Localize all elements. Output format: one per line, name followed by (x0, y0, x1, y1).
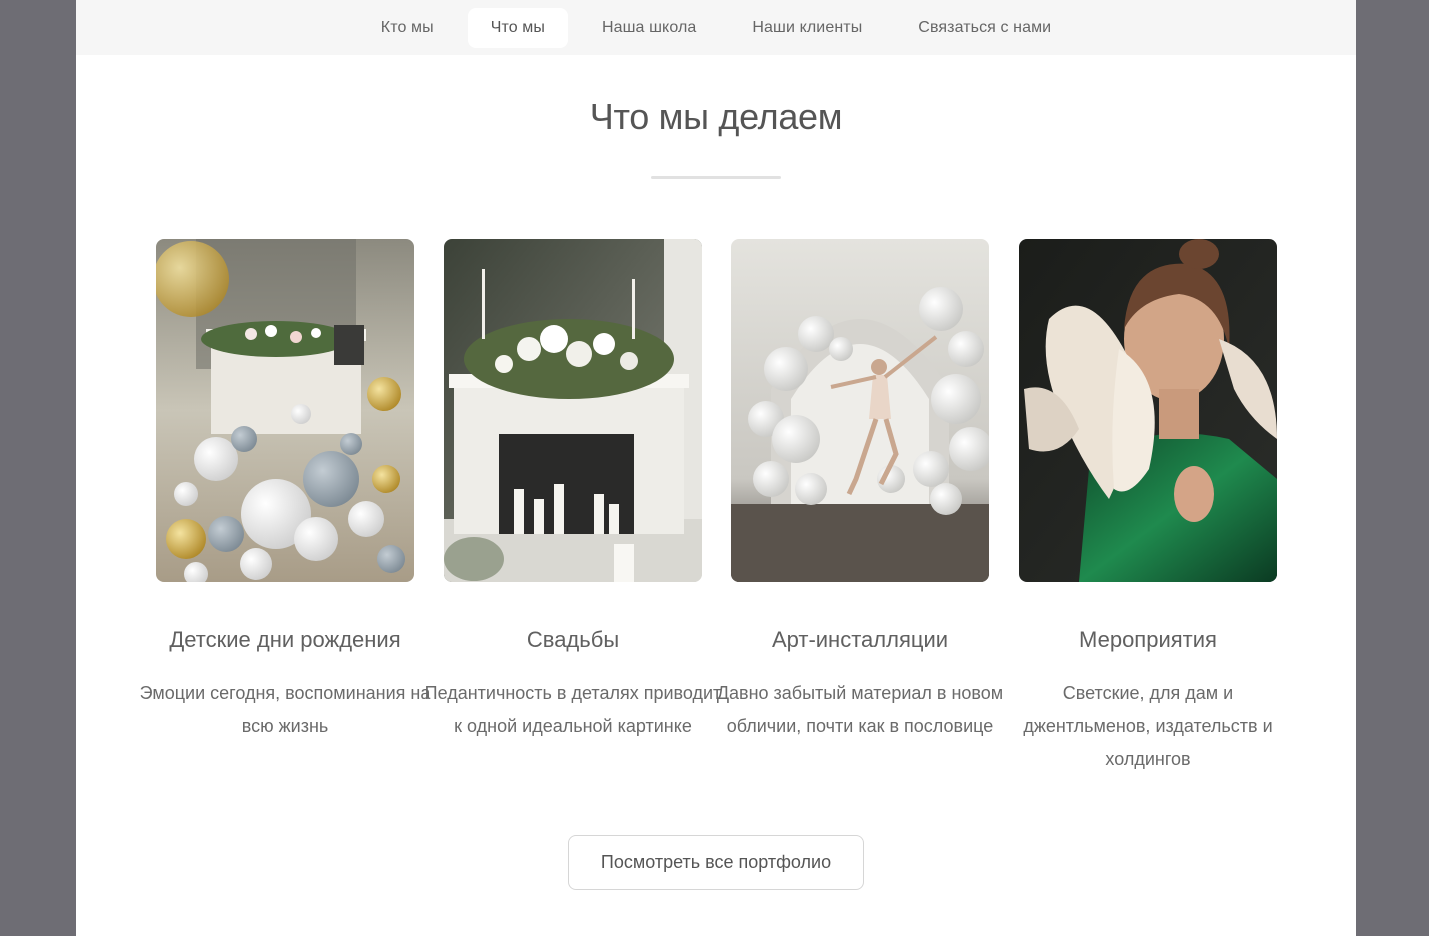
view-all-portfolio-button[interactable]: Посмотреть все портфолио (568, 835, 864, 890)
card-title[interactable]: Детские дни рождения (136, 627, 434, 653)
nav-item-what-we-do[interactable]: Что мы (467, 7, 568, 48)
card-description: Эмоции сегодня, воспоминания на всю жизн… (139, 683, 431, 736)
service-card-weddings[interactable]: Свадьбы Педантичность в деталях приводит… (425, 239, 721, 736)
nav-item-contact-us[interactable]: Связаться с нами (896, 9, 1073, 47)
wedding-fireplace-photo-icon[interactable] (444, 239, 702, 582)
card-description: Светские, для дам и джентльменов, издате… (1023, 683, 1273, 769)
section-title: Что мы делаем (589, 96, 843, 137)
card-title[interactable]: Свадьбы (424, 627, 722, 653)
top-navigation: Кто мы Что мы Наша школа Наши клиенты Св… (76, 0, 1356, 55)
card-title[interactable]: Мероприятия (999, 627, 1297, 653)
card-description: Давно забытый материал в новом обличии, … (716, 683, 1004, 736)
nav-item-our-clients[interactable]: Наши клиенты (730, 9, 884, 47)
nav-item-our-school[interactable]: Наша школа (580, 9, 718, 47)
page-container: Кто мы Что мы Наша школа Наши клиенты Св… (76, 0, 1356, 936)
nav-item-who-we-are[interactable]: Кто мы (359, 9, 456, 47)
ballerina-balloons-photo-icon[interactable] (731, 239, 989, 582)
service-card-events[interactable]: Мероприятия Светские, для дам и джентльм… (1019, 239, 1277, 769)
service-card-kids-birthdays[interactable]: Детские дни рождения Эмоции сегодня, вос… (140, 239, 430, 736)
card-title[interactable]: Арт-инсталляции (711, 627, 1009, 653)
title-divider (651, 176, 781, 179)
card-description: Педантичность в деталях приводит к одной… (424, 683, 722, 736)
balloons-fireplace-photo-icon[interactable] (156, 239, 414, 582)
service-card-art-installations[interactable]: Арт-инсталляции Давно забытый материал в… (717, 239, 1003, 736)
woman-feathers-photo-icon[interactable] (1019, 239, 1277, 582)
